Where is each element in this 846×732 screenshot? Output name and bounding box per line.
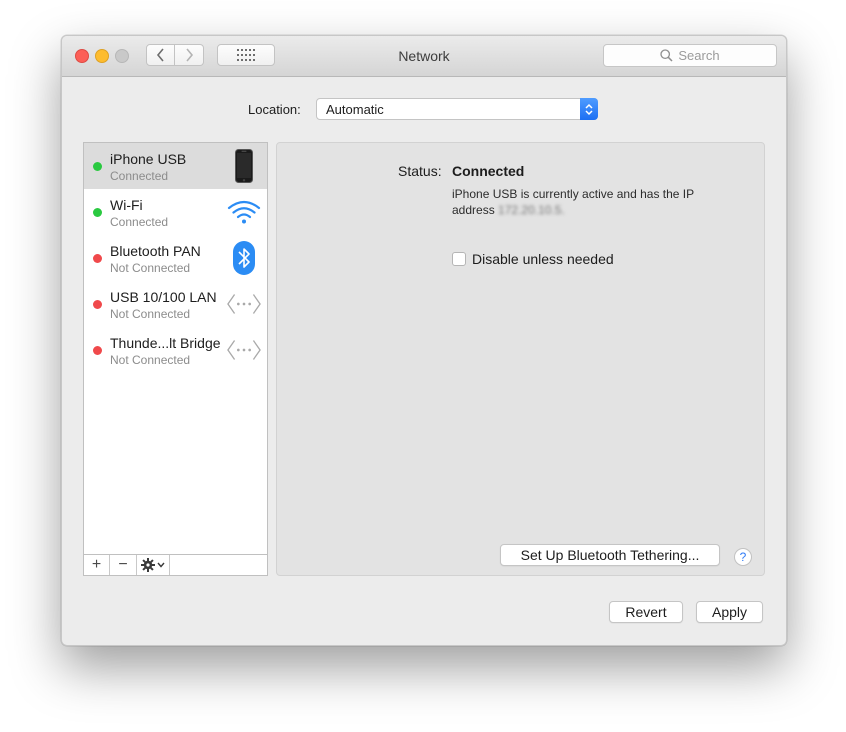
status-description: iPhone USB is currently active and has t… bbox=[452, 186, 722, 218]
service-name: iPhone USB bbox=[110, 151, 187, 167]
status-description-text: iPhone USB is currently active and has t… bbox=[452, 187, 694, 217]
service-detail-pane: Status: Connected iPhone USB is currentl… bbox=[276, 142, 765, 576]
service-list: iPhone USB Connected Wi-Fi Connected Blu… bbox=[83, 142, 268, 576]
iphone-icon bbox=[227, 149, 261, 183]
service-item-thunderbolt-bridge[interactable]: Thunde...lt Bridge Not Connected bbox=[84, 327, 267, 373]
wifi-icon bbox=[227, 195, 261, 229]
service-item-wifi[interactable]: Wi-Fi Connected bbox=[84, 189, 267, 235]
action-menu-button[interactable] bbox=[137, 555, 170, 575]
disable-unless-needed-checkbox[interactable] bbox=[452, 252, 466, 266]
bluetooth-tethering-button[interactable]: Set Up Bluetooth Tethering... bbox=[500, 544, 720, 566]
service-name: Wi-Fi bbox=[110, 197, 143, 213]
service-status: Connected bbox=[110, 215, 169, 229]
service-name: USB 10/100 LAN bbox=[110, 289, 217, 305]
status-dot bbox=[93, 162, 102, 171]
chevron-up-down-icon bbox=[585, 103, 593, 115]
search-field[interactable]: Search bbox=[603, 44, 777, 67]
status-value: Connected bbox=[452, 163, 525, 179]
service-item-usb-lan[interactable]: USB 10/100 LAN Not Connected bbox=[84, 281, 267, 327]
remove-service-button[interactable]: − bbox=[110, 555, 137, 575]
ethernet-icon bbox=[227, 333, 261, 367]
apply-button[interactable]: Apply bbox=[696, 601, 763, 623]
disable-unless-needed-row[interactable]: Disable unless needed bbox=[452, 251, 614, 267]
search-placeholder: Search bbox=[678, 48, 720, 63]
chevron-down-icon bbox=[157, 562, 165, 568]
status-dot bbox=[93, 254, 102, 263]
title-bar: Network Search bbox=[62, 36, 786, 77]
bluetooth-icon bbox=[227, 241, 261, 275]
service-item-bluetooth-pan[interactable]: Bluetooth PAN Not Connected bbox=[84, 235, 267, 281]
service-status: Not Connected bbox=[110, 353, 191, 367]
select-stepper bbox=[580, 98, 598, 120]
status-dot bbox=[93, 346, 102, 355]
service-status: Connected bbox=[110, 169, 169, 183]
revert-button[interactable]: Revert bbox=[609, 601, 683, 623]
service-item-iphone-usb[interactable]: iPhone USB Connected bbox=[84, 143, 267, 189]
gear-icon bbox=[141, 558, 155, 572]
location-select[interactable]: Automatic bbox=[316, 98, 598, 120]
disable-unless-needed-label: Disable unless needed bbox=[472, 251, 614, 267]
add-service-button[interactable]: + bbox=[84, 555, 110, 575]
network-window: Network Search Location: Automatic iPhon… bbox=[61, 35, 787, 646]
search-icon bbox=[660, 49, 673, 62]
ip-address: 172.20.10.5. bbox=[498, 203, 565, 217]
service-list-toolbar: + − bbox=[84, 554, 267, 575]
status-label: Status: bbox=[398, 163, 442, 179]
service-name: Bluetooth PAN bbox=[110, 243, 201, 259]
help-button[interactable]: ? bbox=[734, 548, 752, 566]
status-dot bbox=[93, 300, 102, 309]
location-value: Automatic bbox=[326, 102, 384, 117]
ethernet-icon bbox=[227, 287, 261, 321]
service-status: Not Connected bbox=[110, 261, 191, 275]
service-status: Not Connected bbox=[110, 307, 191, 321]
service-name: Thunde...lt Bridge bbox=[110, 335, 221, 351]
status-dot bbox=[93, 208, 102, 217]
location-label: Location: bbox=[248, 102, 301, 117]
